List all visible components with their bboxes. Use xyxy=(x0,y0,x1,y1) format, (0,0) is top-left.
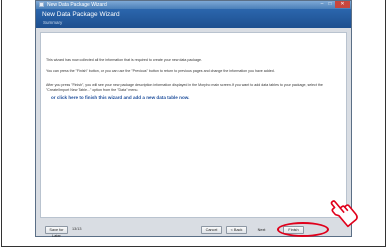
back-button[interactable]: < Back xyxy=(226,226,247,234)
wizard-step-name: Summary xyxy=(43,20,63,25)
summary-paragraph-2: You can press the "Finish" button, or yo… xyxy=(46,69,275,73)
title-bar: New Data Package Wizard – □ ✕ xyxy=(36,1,351,9)
save-for-later-button[interactable]: Save for Later xyxy=(45,226,68,238)
maximize-button[interactable]: □ xyxy=(326,1,334,8)
finish-and-add-table-link[interactable]: or click here to finish this wizard and … xyxy=(51,95,189,100)
hand-pointer-icon xyxy=(330,200,358,228)
wizard-heading: New Data Package Wizard xyxy=(42,11,120,18)
next-button[interactable]: Next xyxy=(251,226,272,234)
wizard-window: New Data Package Wizard – □ ✕ New Data P… xyxy=(35,0,352,238)
app-icon xyxy=(39,2,44,7)
finish-highlight-ellipse xyxy=(277,222,329,237)
window-title: New Data Package Wizard xyxy=(47,2,107,8)
summary-paragraph-1: This wizard has now collected all the in… xyxy=(46,58,203,62)
close-button[interactable]: ✕ xyxy=(335,1,350,8)
minimize-button[interactable]: – xyxy=(318,1,326,8)
screenshot-frame: New Data Package Wizard – □ ✕ New Data P… xyxy=(1,0,386,247)
summary-panel: This wizard has now collected all the in… xyxy=(40,32,347,218)
cancel-button[interactable]: Cancel xyxy=(201,226,222,234)
summary-paragraph-3: After you press "Finish", you will see y… xyxy=(46,83,323,92)
page-indicator: 13/13 xyxy=(72,227,82,231)
wizard-header: New Data Package Wizard Summary xyxy=(36,9,351,28)
